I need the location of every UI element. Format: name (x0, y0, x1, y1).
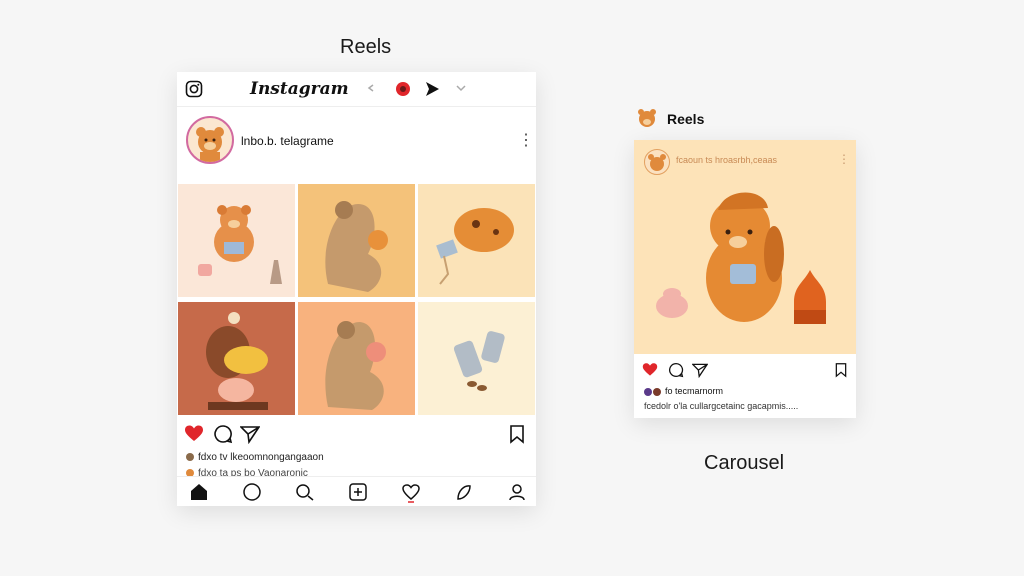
grid-tile[interactable] (178, 302, 295, 415)
comment-icon[interactable] (668, 362, 684, 378)
top-bar: Instagram (177, 72, 536, 107)
grid-tile[interactable] (298, 184, 415, 297)
bear-illustration (656, 192, 826, 324)
username[interactable]: lnbo.b. telagrame (241, 134, 334, 148)
chevron-left-icon[interactable] (367, 84, 375, 92)
reels-avatar-icon (638, 109, 656, 127)
add-icon[interactable] (348, 483, 368, 501)
instagram-icon[interactable] (185, 80, 203, 98)
post-grid (177, 184, 536, 416)
notification-icon[interactable] (395, 81, 411, 97)
username[interactable]: fcaoun ts hroasrbh,ceaas (676, 155, 777, 165)
profile-row: lnbo.b. telagrame ⋮ (177, 116, 536, 168)
caption-line: fo tecmarnorm (644, 386, 723, 396)
grid-tile[interactable] (418, 184, 535, 297)
reels-post-mockup: fcaoun ts hroasrbh,ceaas ⋮ fo tecmarnorm… (634, 140, 856, 418)
carousel-caption: Carousel (704, 452, 785, 474)
grid-tile[interactable] (178, 184, 295, 297)
post-actions (634, 362, 856, 382)
instagram-feed-mockup: Instagram lnbo.b. telagrame ⋮ fdxo tv lk… (177, 72, 536, 506)
profile-icon[interactable] (507, 483, 527, 501)
mini-avatar (644, 387, 652, 396)
bookmark-icon[interactable] (834, 362, 848, 378)
heart-icon[interactable] (642, 362, 658, 378)
explore-icon[interactable] (242, 483, 262, 501)
chevron-down-icon[interactable] (455, 82, 467, 94)
bottom-nav (177, 476, 536, 506)
home-icon[interactable] (189, 483, 209, 501)
activity-icon[interactable] (401, 483, 421, 503)
more-options-icon[interactable]: ⋮ (518, 130, 534, 150)
avatar[interactable] (644, 149, 670, 175)
caption-line: fdxo tv lkeoomnongangaaon (186, 452, 324, 463)
send-icon[interactable] (692, 362, 708, 378)
grid-tile[interactable] (298, 302, 415, 415)
send-icon[interactable] (240, 424, 260, 444)
search-icon[interactable] (295, 483, 315, 501)
reels-label: Reels (667, 111, 705, 127)
caption-line: fcedolr o'la cullargcetainc gacapmis....… (644, 401, 799, 411)
mini-avatar (653, 387, 661, 396)
avatar[interactable] (186, 116, 234, 164)
reels-icon[interactable] (454, 483, 474, 501)
mini-avatar (186, 453, 194, 462)
play-icon[interactable] (424, 81, 440, 97)
comment-icon[interactable] (213, 424, 233, 444)
app-brand: Instagram (250, 79, 349, 99)
post-actions (177, 424, 536, 448)
more-options-icon[interactable]: ⋮ (838, 152, 850, 166)
bookmark-icon[interactable] (508, 424, 526, 444)
grid-tile[interactable] (418, 302, 535, 415)
heart-icon[interactable] (184, 424, 204, 444)
reels-caption: Reels (340, 36, 392, 58)
reels-media[interactable]: fcaoun ts hroasrbh,ceaas ⋮ (634, 140, 856, 354)
